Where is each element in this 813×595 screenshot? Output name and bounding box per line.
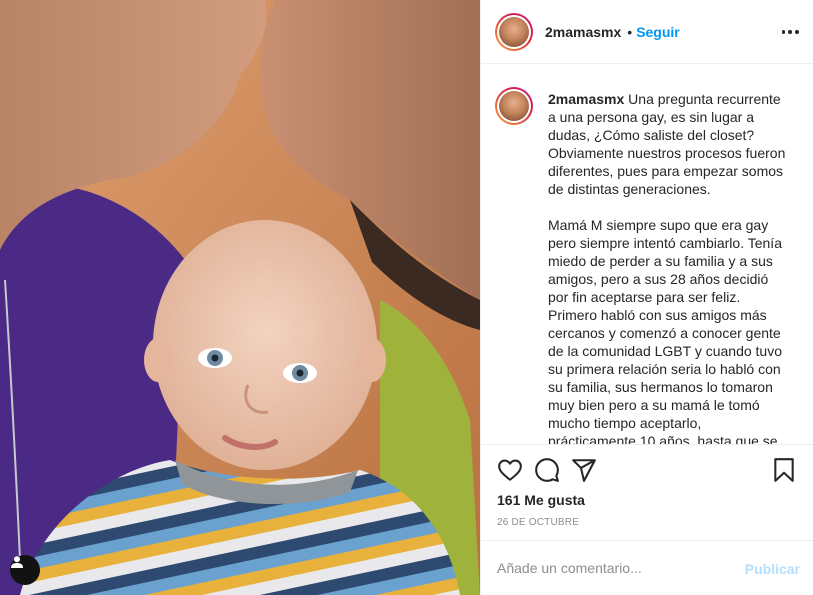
caption-body: Una pregunta recurrente a una persona ga…: [548, 91, 786, 445]
post-date[interactable]: 26 DE OCTUBRE: [497, 517, 579, 528]
caption-avatar-ring: [497, 89, 531, 123]
caption-text: 2mamasmx Una pregunta recurrente a una p…: [548, 90, 788, 445]
more-dot: [781, 30, 786, 34]
follow-button[interactable]: Seguir: [636, 24, 680, 40]
heart-icon[interactable]: [497, 457, 523, 483]
comment-icon[interactable]: [534, 457, 560, 483]
avatar-ring: [497, 14, 531, 49]
user-tag-glyph: [11, 556, 23, 568]
caption-avatar-image: [499, 91, 529, 121]
more-options-icon[interactable]: [780, 22, 800, 42]
paper-plane-icon[interactable]: [571, 457, 597, 483]
more-dot: [788, 30, 792, 34]
bookmark-glyph: [774, 458, 794, 482]
avatar[interactable]: [495, 12, 533, 51]
separator-dot: •: [627, 23, 633, 40]
header-username[interactable]: 2mamasmx: [545, 24, 621, 40]
comment-glyph: [535, 458, 559, 482]
post-header: 2mamasmx • Seguir: [481, 0, 813, 64]
post-photo[interactable]: [0, 0, 480, 595]
heart-glyph: [498, 459, 522, 481]
caption-username[interactable]: 2mamasmx: [548, 91, 624, 107]
likes-count[interactable]: 161 Me gusta: [497, 492, 585, 508]
post-side-panel: 2mamasmx • Seguir 2mamasmx Una pregunta …: [480, 0, 813, 595]
paper-plane-glyph: [572, 459, 596, 482]
more-dot: [794, 30, 799, 34]
caption-avatar[interactable]: [495, 87, 533, 125]
comment-input[interactable]: [497, 560, 737, 576]
post-dialog: 2mamasmx • Seguir 2mamasmx Una pregunta …: [0, 0, 813, 595]
photo-illustration: [0, 0, 480, 595]
bookmark-icon[interactable]: [771, 457, 797, 483]
action-bar: [481, 455, 813, 487]
user-tag-icon[interactable]: [10, 555, 40, 585]
publish-button[interactable]: Publicar: [745, 561, 800, 577]
caption-row: 2mamasmx Una pregunta recurrente a una p…: [495, 87, 788, 445]
avatar-image: [499, 16, 529, 47]
comment-bar: Publicar: [481, 540, 813, 595]
caption-area[interactable]: 2mamasmx Una pregunta recurrente a una p…: [481, 65, 813, 445]
